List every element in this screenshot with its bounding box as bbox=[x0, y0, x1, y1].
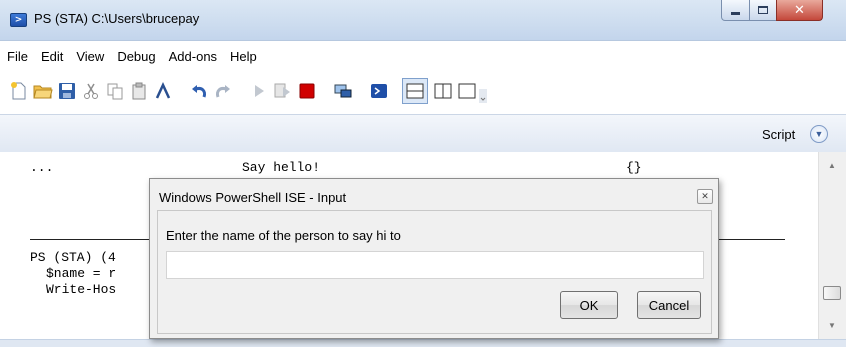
remote-icon bbox=[334, 84, 352, 98]
minimize-button[interactable] bbox=[721, 0, 750, 21]
maximize-icon bbox=[758, 6, 768, 14]
dialog-title: Windows PowerShell ISE - Input bbox=[159, 190, 347, 205]
toolbar bbox=[8, 78, 688, 108]
paste-button[interactable] bbox=[128, 80, 150, 102]
new-button[interactable] bbox=[8, 80, 30, 102]
output-cell: Say hello! bbox=[242, 160, 321, 175]
new-remote-tab-button[interactable] bbox=[332, 80, 354, 102]
maximize-button[interactable] bbox=[749, 0, 777, 21]
clear-icon bbox=[155, 82, 171, 99]
layout-max-button[interactable] bbox=[456, 80, 478, 102]
toolbar-separator bbox=[360, 82, 361, 102]
cut-icon bbox=[84, 83, 98, 99]
layout-right-button[interactable] bbox=[432, 80, 454, 102]
open-button[interactable] bbox=[32, 80, 54, 102]
layout-top-button[interactable] bbox=[402, 78, 428, 104]
output-cell: {} bbox=[626, 160, 642, 175]
redo-icon bbox=[216, 85, 230, 98]
output-cell: ... bbox=[30, 160, 54, 175]
paste-icon bbox=[132, 82, 146, 100]
menu-debug[interactable]: Debug bbox=[117, 47, 155, 67]
ok-button[interactable]: OK bbox=[560, 291, 618, 319]
vertical-scrollbar[interactable]: ▲ ▼ bbox=[818, 152, 846, 339]
menu-bar: File Edit View Debug Add-ons Help bbox=[0, 47, 270, 67]
dialog-prompt: Enter the name of the person to say hi t… bbox=[166, 228, 401, 243]
toolbar-separator bbox=[180, 82, 181, 102]
prompt-line: PS (STA) (4 bbox=[30, 250, 116, 265]
toolbar-separator bbox=[324, 82, 325, 102]
save-icon bbox=[59, 83, 75, 99]
stop-button[interactable] bbox=[296, 80, 318, 102]
close-icon: ✕ bbox=[701, 191, 709, 201]
powershell-icon bbox=[371, 84, 387, 98]
menu-file[interactable]: File bbox=[7, 47, 28, 67]
undo-icon bbox=[192, 85, 206, 98]
cancel-button[interactable]: Cancel bbox=[637, 291, 701, 319]
status-strip bbox=[0, 339, 846, 347]
close-button[interactable]: ✕ bbox=[776, 0, 823, 21]
chevron-down-icon bbox=[479, 89, 487, 103]
powershell-button[interactable] bbox=[368, 80, 390, 102]
minimize-icon bbox=[731, 11, 740, 15]
layout-max-icon bbox=[458, 83, 476, 99]
copy-icon bbox=[107, 83, 123, 100]
show-script-pane-button[interactable]: ▼ bbox=[810, 125, 828, 143]
run-selection-button[interactable] bbox=[272, 80, 294, 102]
script-line: $name = r bbox=[46, 266, 117, 281]
new-icon bbox=[11, 82, 26, 100]
menu-help[interactable]: Help bbox=[230, 47, 257, 67]
run-button[interactable] bbox=[248, 80, 270, 102]
save-button[interactable] bbox=[56, 80, 78, 102]
window-title: PS (STA) C:\Users\brucepay bbox=[34, 11, 200, 26]
stop-icon bbox=[299, 83, 315, 99]
toolbar-separator bbox=[396, 82, 397, 102]
powershell-icon: > bbox=[10, 13, 27, 27]
scroll-up-icon[interactable]: ▲ bbox=[828, 161, 836, 170]
script-pane-label: Script bbox=[762, 127, 796, 142]
script-line: Write-Hos bbox=[46, 282, 117, 297]
menu-add-ons[interactable]: Add-ons bbox=[169, 47, 217, 67]
menu-edit[interactable]: Edit bbox=[41, 47, 63, 67]
copy-button[interactable] bbox=[104, 80, 126, 102]
scroll-down-icon[interactable]: ▼ bbox=[828, 321, 836, 330]
undo-button[interactable] bbox=[188, 80, 210, 102]
close-icon: ✕ bbox=[794, 2, 805, 18]
run-icon bbox=[255, 85, 264, 97]
run-selection-icon bbox=[274, 83, 290, 98]
toolbar-separator bbox=[240, 82, 241, 102]
layout-right-icon bbox=[434, 83, 452, 99]
redo-button[interactable] bbox=[212, 80, 234, 102]
scrollbar-thumb[interactable] bbox=[823, 286, 841, 300]
clear-output-button[interactable] bbox=[152, 80, 174, 102]
open-icon bbox=[33, 85, 53, 99]
dialog-close-button[interactable]: ✕ bbox=[697, 189, 713, 204]
menu-view[interactable]: View bbox=[76, 47, 104, 67]
layout-top-icon bbox=[406, 83, 424, 99]
chevron-down-icon: ▼ bbox=[814, 129, 824, 139]
title-bar: > PS (STA) C:\Users\brucepay ✕ bbox=[0, 0, 846, 41]
cut-button[interactable] bbox=[80, 80, 102, 102]
name-input[interactable] bbox=[166, 251, 704, 279]
toolbar-overflow[interactable] bbox=[478, 88, 488, 104]
script-pane-header bbox=[0, 114, 846, 152]
input-dialog: Windows PowerShell ISE - Input ✕ Enter t… bbox=[149, 178, 719, 339]
